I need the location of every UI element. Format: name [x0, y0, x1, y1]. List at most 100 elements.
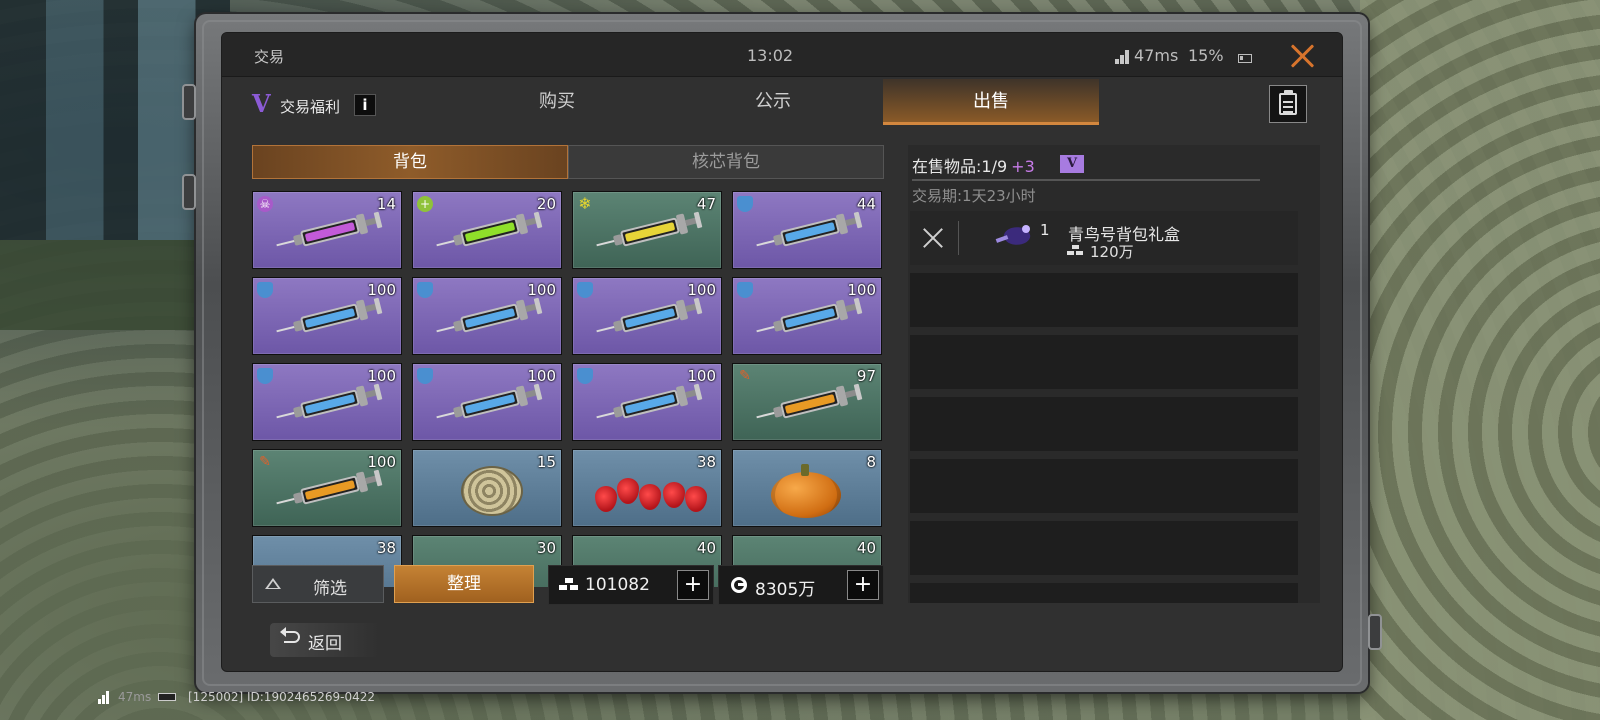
- battery-text: 15%: [1188, 46, 1224, 65]
- shield-icon: [577, 282, 593, 298]
- shield-icon: [257, 282, 273, 298]
- cold-icon: ❄: [578, 194, 592, 213]
- syringe-icon: [594, 295, 706, 341]
- tab-public[interactable]: 公示: [665, 79, 881, 125]
- sort-button[interactable]: 整理: [394, 565, 534, 603]
- trade-panel: 交易 13:02 47ms 15% V 交易福利 i 购买 公示 出售 背包 核…: [221, 32, 1343, 672]
- clipboard-icon[interactable]: [1269, 85, 1307, 123]
- fire-icon: ✎: [739, 368, 751, 384]
- syringe-icon: [594, 381, 706, 427]
- inventory-toolbar: 筛选 整理 101082 + 8305万 +: [252, 565, 884, 605]
- ammonite-fossil-icon: [461, 466, 523, 516]
- item-count: 100: [367, 367, 396, 385]
- vip-bonus-slots: +3: [1011, 157, 1035, 176]
- tab-sell[interactable]: 出售: [883, 79, 1099, 125]
- nav-bar: V 交易福利 i 购买 公示 出售: [222, 79, 1342, 129]
- heart-icon: +: [417, 196, 433, 212]
- inventory-item[interactable]: ✎ 97: [732, 363, 882, 441]
- empty-sale-slot[interactable]: [910, 335, 1298, 389]
- item-count: 44: [856, 195, 876, 213]
- tab-buy[interactable]: 购买: [449, 79, 665, 125]
- gold-currency: 101082 +: [548, 565, 714, 605]
- item-count: 100: [367, 281, 396, 299]
- frame-hinge-right: [1368, 614, 1382, 650]
- hud-id: [125002] ID:1902465269-0422: [188, 690, 376, 704]
- syringe-icon: [594, 209, 706, 255]
- hud-ping: 47ms: [118, 690, 152, 704]
- shield-icon: [417, 282, 433, 298]
- filter-triangle-icon: [265, 578, 281, 589]
- empty-sale-slot[interactable]: [910, 521, 1298, 575]
- item-count: 100: [687, 281, 716, 299]
- inventory-item[interactable]: 38: [572, 449, 722, 527]
- row-separator: [958, 221, 959, 255]
- item-count: 100: [687, 367, 716, 385]
- inventory-item[interactable]: 15: [412, 449, 562, 527]
- inventory-item[interactable]: ☠ 14: [252, 191, 402, 269]
- syringe-icon: [274, 209, 386, 255]
- gift-box-icon: [992, 224, 1036, 248]
- empty-sale-slot[interactable]: [910, 273, 1298, 327]
- inventory-item[interactable]: ❄ 47: [572, 191, 722, 269]
- shield-icon: [737, 282, 753, 298]
- signal-icon: [1115, 50, 1131, 64]
- subtab-backpack[interactable]: 背包: [252, 145, 568, 179]
- empty-sale-slot[interactable]: [910, 583, 1298, 603]
- remove-listing-icon[interactable]: [920, 225, 946, 251]
- item-count: 38: [376, 539, 396, 557]
- poison-icon: ☠: [257, 196, 273, 212]
- syringe-icon: [754, 295, 866, 341]
- back-button[interactable]: 返回: [270, 623, 380, 657]
- sale-divider: [912, 179, 1260, 181]
- trade-benefits-label[interactable]: 交易福利: [280, 96, 340, 117]
- coin-icon: [731, 577, 747, 593]
- inventory-item[interactable]: 100: [412, 277, 562, 355]
- inventory-item[interactable]: 100: [252, 277, 402, 355]
- item-count: 14: [376, 195, 396, 213]
- inventory-item[interactable]: 100: [412, 363, 562, 441]
- inventory-item[interactable]: 8: [732, 449, 882, 527]
- item-count: 30: [536, 539, 556, 557]
- item-count: 100: [847, 281, 876, 299]
- back-arrow-icon: [280, 627, 300, 643]
- syringe-icon: [434, 209, 546, 255]
- empty-sale-slot[interactable]: [910, 397, 1298, 451]
- listing-quantity: 1: [1040, 221, 1050, 239]
- inventory-item[interactable]: 44: [732, 191, 882, 269]
- inventory-item[interactable]: 100: [572, 363, 722, 441]
- inventory-item[interactable]: 100: [252, 363, 402, 441]
- ping-text: 47ms: [1134, 46, 1179, 65]
- item-count: 100: [527, 367, 556, 385]
- empty-sale-slot[interactable]: [910, 459, 1298, 513]
- coin-currency: 8305万 +: [718, 565, 884, 605]
- hud-battery-icon: [158, 693, 176, 701]
- add-gold-button[interactable]: +: [677, 570, 709, 600]
- filter-button[interactable]: 筛选: [252, 565, 384, 603]
- item-count: 47: [696, 195, 716, 213]
- syringe-icon: [274, 467, 386, 513]
- status-bar: 交易 13:02 47ms 15%: [222, 33, 1342, 77]
- shield-icon: [417, 368, 433, 384]
- on-sale-slots: 1/9: [981, 157, 1008, 176]
- listing-price: 120万: [1090, 243, 1134, 261]
- inventory-item[interactable]: +20: [412, 191, 562, 269]
- vip-chip-icon: V: [1060, 155, 1084, 173]
- inventory-item[interactable]: ✎ 100: [252, 449, 402, 527]
- inventory-subtabs: 背包 核芯背包: [252, 145, 884, 179]
- vip-v-icon: V: [252, 89, 271, 118]
- add-coin-button[interactable]: +: [847, 570, 879, 600]
- back-label: 返回: [308, 634, 342, 654]
- subtab-core-backpack[interactable]: 核芯背包: [568, 145, 884, 179]
- pumpkin-icon: [771, 464, 841, 518]
- info-icon[interactable]: i: [354, 94, 376, 116]
- on-sale-title: 在售物品:1/9 +3: [912, 153, 1035, 177]
- inventory-item[interactable]: 100: [572, 277, 722, 355]
- sale-listing-row[interactable]: 1 青鸟号背包礼盒 120万: [910, 211, 1298, 265]
- close-icon[interactable]: [1289, 43, 1315, 69]
- inventory-item[interactable]: 100: [732, 277, 882, 355]
- gold-bars-icon: [559, 578, 579, 592]
- sale-panel: 在售物品:1/9 +3 V 交易期:1天23小时 1 青鸟号背包礼盒 120万: [908, 145, 1320, 603]
- frame-hinge-left-2: [182, 174, 196, 210]
- syringe-icon: [274, 295, 386, 341]
- syringe-icon: [274, 381, 386, 427]
